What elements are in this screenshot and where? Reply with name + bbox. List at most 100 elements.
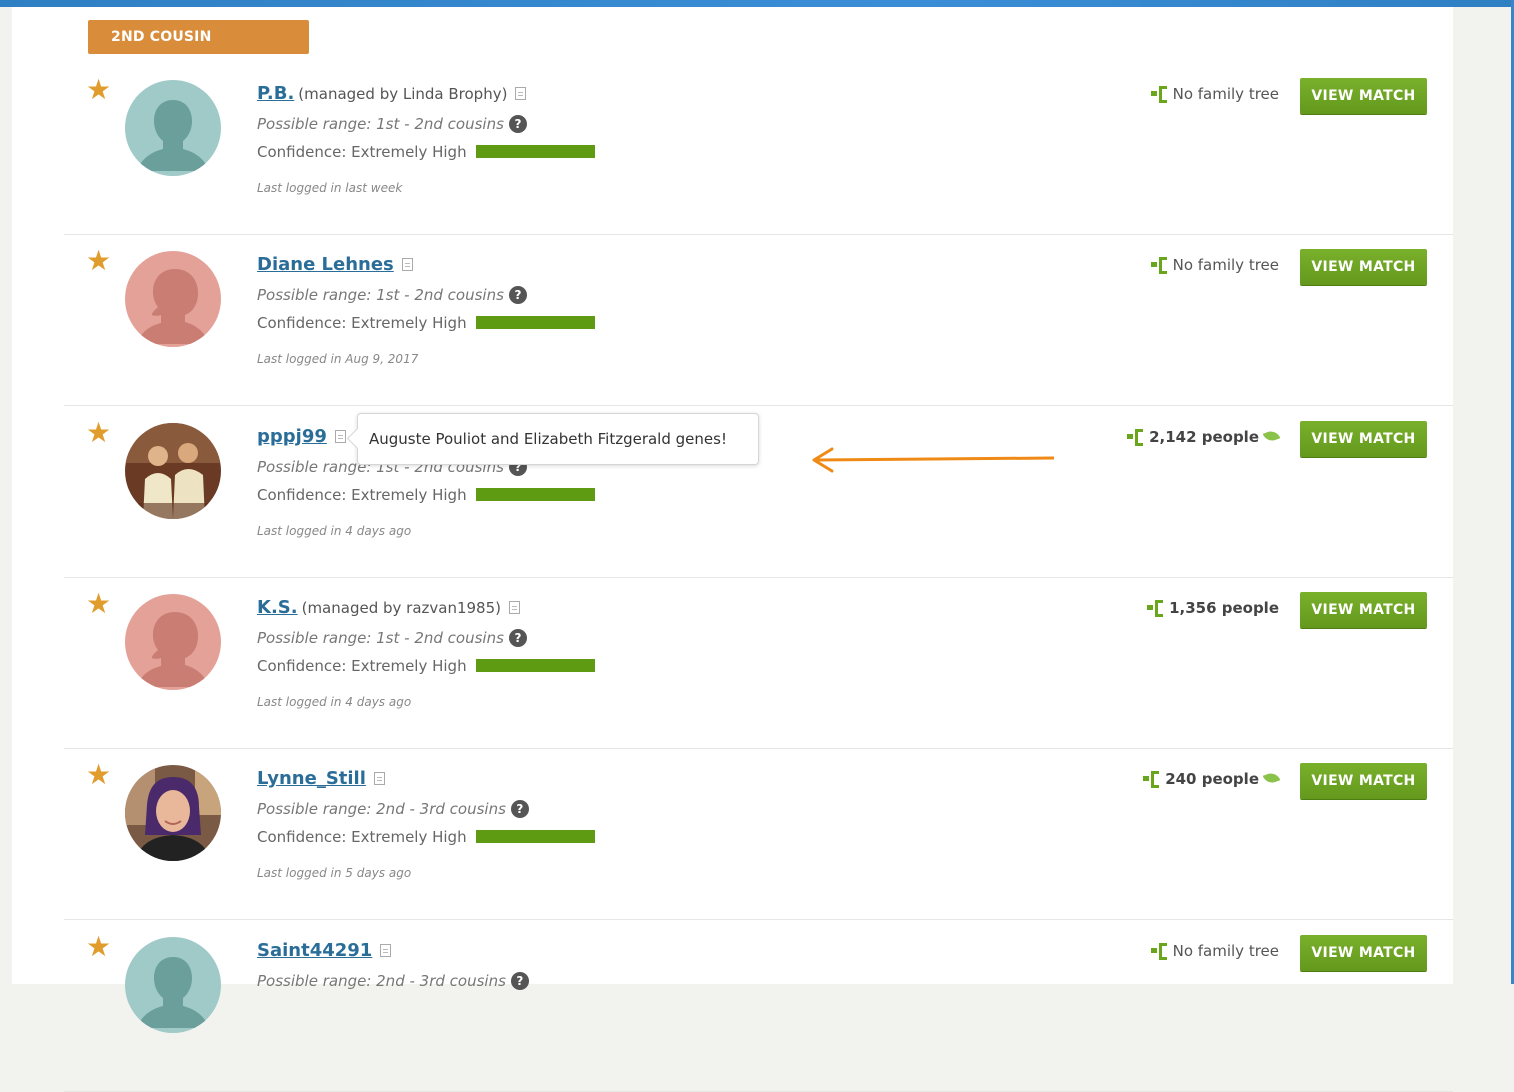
- match-info: Saint44291 Possible range: 2nd - 3rd cous…: [257, 935, 529, 995]
- match-name-link[interactable]: P.B.: [257, 83, 294, 104]
- family-tree-text: No family tree: [1172, 256, 1279, 274]
- possible-range: Possible range: 1st - 2nd cousins?: [257, 624, 595, 652]
- confidence-text: Confidence: Extremely High: [257, 828, 467, 846]
- confidence: Confidence: Extremely High: [257, 652, 595, 680]
- view-match-button[interactable]: VIEW MATCH: [1300, 763, 1427, 799]
- star-icon[interactable]: ★: [86, 761, 111, 789]
- confidence-text: Confidence: Extremely High: [257, 314, 467, 332]
- confidence-bar: [475, 488, 595, 501]
- right-gutter: [1453, 7, 1514, 984]
- match-row: ★ Saint44291 Possible range: 2nd - 3rd cou…: [64, 921, 1453, 1092]
- help-icon[interactable]: ?: [508, 286, 527, 304]
- confidence-bar: [475, 659, 595, 672]
- match-name-line: K.S. (managed by razvan1985): [257, 592, 595, 624]
- confidence: Confidence: Extremely High: [257, 138, 595, 166]
- family-tree-text: No family tree: [1172, 85, 1279, 103]
- avatar[interactable]: [125, 251, 221, 347]
- last-logged-in: Last logged in 4 days ago: [257, 524, 412, 538]
- family-tree-text: 1,356 people: [1169, 599, 1279, 617]
- possible-range-text: Possible range: 1st - 2nd cousins: [257, 286, 504, 304]
- family-tree-icon: [1150, 86, 1169, 103]
- match-name-line: Saint44291: [257, 935, 529, 967]
- confidence-text: Confidence: Extremely High: [257, 486, 467, 504]
- family-tree-text: 240 people: [1165, 770, 1259, 788]
- confidence-bar: [475, 316, 595, 329]
- possible-range: Possible range: 1st - 2nd cousins?: [257, 281, 595, 309]
- confidence-bar: [475, 145, 595, 158]
- avatar[interactable]: [125, 937, 221, 1033]
- note-icon[interactable]: [515, 87, 527, 100]
- avatar[interactable]: [125, 594, 221, 690]
- note-icon[interactable]: [380, 944, 392, 957]
- help-icon[interactable]: ?: [510, 972, 529, 990]
- confidence-text: Confidence: Extremely High: [257, 143, 467, 161]
- view-match-button[interactable]: VIEW MATCH: [1300, 249, 1427, 285]
- note-icon[interactable]: [509, 601, 520, 614]
- possible-range: Possible range: 2nd - 3rd cousins?: [257, 967, 529, 995]
- view-match-button[interactable]: VIEW MATCH: [1300, 592, 1427, 628]
- family-tree-icon: [1150, 257, 1169, 274]
- section-label-2nd-cousin: 2ND COUSIN: [88, 20, 309, 54]
- family-tree-info[interactable]: 2,142 people: [1127, 422, 1281, 452]
- confidence: Confidence: Extremely High: [257, 309, 595, 337]
- help-icon[interactable]: ?: [508, 115, 527, 133]
- view-match-button[interactable]: VIEW MATCH: [1300, 421, 1427, 457]
- match-info: Lynne_Still Possible range: 2nd - 3rd cou…: [257, 763, 595, 885]
- match-name-link[interactable]: pppj99: [257, 426, 327, 447]
- confidence-text: Confidence: Extremely High: [257, 657, 467, 675]
- match-name-line: Lynne_Still: [257, 763, 595, 795]
- match-info: P.B. (managed by Linda Brophy) Possible ra…: [257, 78, 595, 200]
- star-icon[interactable]: ★: [86, 76, 111, 104]
- family-tree-text: 2,142 people: [1149, 428, 1259, 446]
- family-tree-info[interactable]: No family tree: [1150, 936, 1279, 966]
- match-info: Diane Lehnes Possible range: 1st - 2nd co…: [257, 249, 595, 371]
- view-match-button[interactable]: VIEW MATCH: [1300, 935, 1427, 971]
- family-tree-info[interactable]: 240 people: [1143, 764, 1281, 794]
- note-icon[interactable]: [334, 430, 346, 443]
- possible-range: Possible range: 1st - 2nd cousins?: [257, 110, 595, 138]
- family-tree-info[interactable]: 1,356 people: [1147, 593, 1279, 623]
- match-name-link[interactable]: Lynne_Still: [257, 768, 366, 789]
- match-row: ★ Lynne_Still Possible range: 2nd - 3rd co…: [64, 749, 1453, 920]
- family-tree-text: No family tree: [1172, 942, 1279, 960]
- star-icon[interactable]: ★: [86, 247, 111, 275]
- managed-by-label: (managed by Linda Brophy): [298, 85, 508, 103]
- annotation-arrow: [812, 447, 1055, 473]
- help-icon[interactable]: ?: [508, 629, 527, 647]
- family-tree-info[interactable]: No family tree: [1150, 250, 1279, 280]
- star-icon[interactable]: ★: [86, 933, 111, 961]
- family-tree-info[interactable]: No family tree: [1150, 79, 1279, 109]
- match-info: K.S. (managed by razvan1985) Possible rang…: [257, 592, 595, 714]
- note-icon[interactable]: [373, 772, 385, 785]
- match-name-line: Diane Lehnes: [257, 249, 595, 281]
- shared-ancestor-hint-leaf-icon[interactable]: [1262, 428, 1281, 444]
- last-logged-in: Last logged in 5 days ago: [257, 866, 412, 880]
- view-match-button[interactable]: VIEW MATCH: [1300, 78, 1427, 114]
- star-icon[interactable]: ★: [86, 590, 111, 618]
- possible-range-text: Possible range: 1st - 2nd cousins: [257, 115, 504, 133]
- note-icon[interactable]: [401, 258, 413, 271]
- top-accent-bar: [0, 0, 1514, 7]
- family-tree-icon: [1127, 429, 1145, 446]
- left-gutter: [0, 7, 12, 984]
- match-name-link[interactable]: Saint44291: [257, 940, 372, 961]
- match-name-line: P.B. (managed by Linda Brophy): [257, 78, 595, 110]
- avatar[interactable]: [125, 423, 221, 519]
- help-icon[interactable]: ?: [510, 800, 529, 818]
- possible-range-text: Possible range: 2nd - 3rd cousins: [257, 800, 506, 818]
- star-icon[interactable]: ★: [86, 419, 111, 447]
- match-name-link[interactable]: K.S.: [257, 597, 298, 618]
- last-logged-in: Last logged in last week: [257, 181, 403, 195]
- confidence: Confidence: Extremely High: [257, 823, 595, 851]
- avatar[interactable]: [125, 80, 221, 176]
- possible-range-text: Possible range: 1st - 2nd cousins: [257, 629, 504, 647]
- match-row: ★ P.B. (managed by Linda Brophy) Possible r…: [64, 64, 1453, 235]
- match-name-link[interactable]: Diane Lehnes: [257, 254, 394, 275]
- confidence: Confidence: Extremely High: [257, 481, 595, 509]
- avatar[interactable]: [125, 765, 221, 861]
- family-tree-icon: [1143, 771, 1161, 788]
- last-logged-in: Last logged in Aug 9, 2017: [257, 352, 419, 366]
- match-row: ★ Diane Lehnes Possible range: 1st - 2nd c…: [64, 235, 1453, 406]
- shared-ancestor-hint-leaf-icon[interactable]: [1262, 770, 1281, 786]
- possible-range-text: Possible range: 2nd - 3rd cousins: [257, 972, 506, 990]
